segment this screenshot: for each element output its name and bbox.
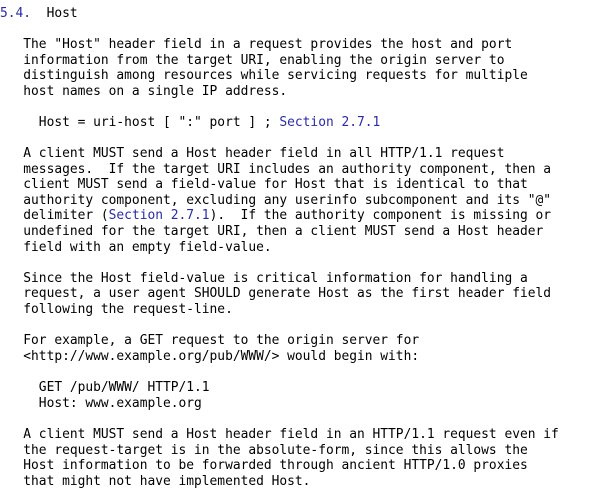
- paragraph-5-line: A client MUST send a Host header field i…: [0, 427, 559, 442]
- paragraph-1-line: host names on a single IP address.: [0, 84, 288, 99]
- paragraph-1-line: distinguish among resources while servic…: [0, 68, 528, 83]
- paragraph-2-line: undefined for the target URI, then a cli…: [0, 224, 544, 239]
- paragraph-2-line: A client MUST send a Host header field i…: [0, 146, 505, 161]
- paragraph-2-text: ). If the authority component is missing…: [209, 208, 552, 223]
- section-title: Host: [46, 6, 78, 21]
- section-2-7-1-link[interactable]: Section 2.7.1: [109, 208, 210, 223]
- paragraph-2-line: field with an empty field-value.: [0, 240, 272, 255]
- example-host-line: Host: www.example.org: [0, 396, 202, 411]
- paragraph-5-line: that might not have implemented Host.: [0, 474, 311, 489]
- paragraph-2-line: delimiter (Section 2.7.1). If the author…: [0, 208, 551, 224]
- abnf-rule: Host = uri-host [ ":" port ] ; Section 2…: [0, 115, 381, 131]
- paragraph-3-line: Since the Host field-value is critical i…: [0, 271, 528, 286]
- section-2-7-1-link[interactable]: Section 2.7.1: [279, 115, 380, 130]
- paragraph-3-line: request, a user agent SHOULD generate Ho…: [0, 286, 552, 301]
- paragraph-4-line: For example, a GET request to the origin…: [0, 333, 420, 348]
- paragraph-1-line: information from the target URI, enablin…: [0, 53, 505, 68]
- paragraph-1-line: The "Host" header field in a request pro…: [0, 37, 513, 52]
- paragraph-2-line: client MUST send a field-value for Host …: [0, 177, 528, 192]
- paragraph-2-text: delimiter (: [0, 208, 109, 223]
- paragraph-4-line: <http://www.example.org/pub/WWW/> would …: [0, 349, 420, 364]
- paragraph-2-line: authority component, excluding any useri…: [0, 193, 552, 208]
- paragraph-3-line: following the request-line.: [0, 302, 233, 317]
- abnf-rule-text: Host = uri-host [ ":" port ] ;: [0, 115, 280, 130]
- paragraph-2-line: messages. If the target URI includes an …: [0, 162, 552, 177]
- paragraph-5-line: the request-target is in the absolute-fo…: [0, 443, 528, 458]
- example-request-line: GET /pub/WWW/ HTTP/1.1: [0, 380, 210, 395]
- paragraph-5-line: Host information to be forwarded through…: [0, 458, 528, 473]
- rfc-document: 5.4. Host The "Host" header field in a r…: [0, 0, 598, 499]
- section-number-link[interactable]: 5.4.: [0, 6, 31, 21]
- section-heading: 5.4. Host: [0, 6, 78, 22]
